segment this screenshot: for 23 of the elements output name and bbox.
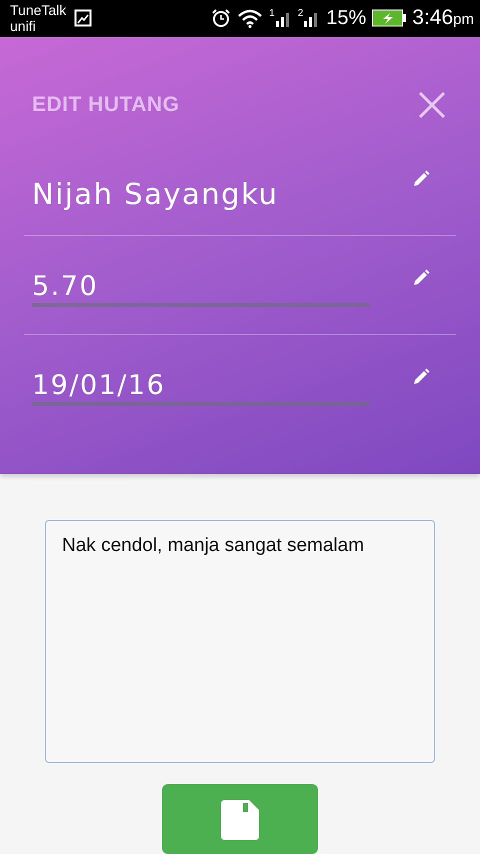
clock-suffix: pm [453, 11, 474, 28]
pencil-icon[interactable] [412, 170, 430, 188]
note-field[interactable]: Nak cendol, manja sangat semalam [45, 520, 435, 763]
carrier-name: TuneTalk [10, 2, 66, 18]
clock-time: 3:46 [412, 6, 454, 30]
pencil-icon[interactable] [412, 268, 430, 287]
close-icon [418, 90, 446, 119]
sim-label: 1 [269, 9, 275, 20]
name-value: Nijah Sayangku [32, 176, 278, 211]
battery-percent: 15% [326, 6, 366, 30]
alarm-icon [211, 8, 232, 28]
input-field[interactable]: 5.70 [32, 270, 370, 307]
input-field[interactable]: 19/01/16 [32, 370, 370, 406]
carrier-name: unifi [10, 18, 37, 34]
pencil-icon[interactable] [412, 368, 430, 386]
save-icon [221, 800, 259, 840]
image-icon [74, 9, 92, 28]
sim-label: 2 [298, 9, 304, 20]
wifi-icon [237, 8, 264, 28]
save-button[interactable] [162, 784, 318, 854]
dialog-title: EDIT HUTANG [32, 92, 180, 117]
battery-charging-icon [372, 9, 406, 28]
close-button[interactable] [418, 90, 446, 119]
